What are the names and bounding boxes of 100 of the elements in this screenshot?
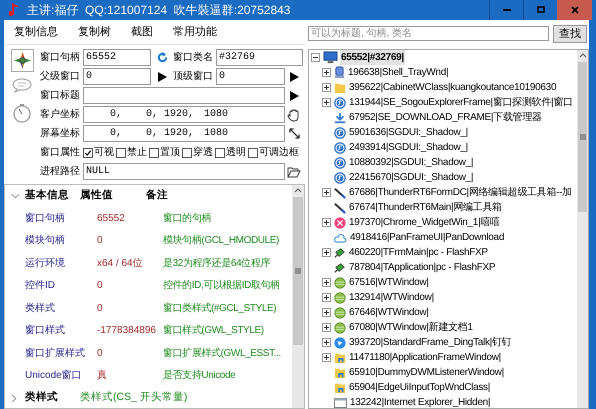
tree-item[interactable]: 132914|WTWindow| <box>348 290 435 305</box>
tree-item[interactable]: 11471180|ApplicationFrameWindow| <box>348 350 502 365</box>
hand-icon[interactable] <box>287 108 301 122</box>
speech-bubble-icon[interactable] <box>12 78 32 93</box>
property-value: 0 <box>97 302 104 316</box>
tree-item[interactable]: 4918416|PanFrameUI|PanDownload <box>349 230 506 245</box>
folder-icon <box>334 382 346 394</box>
expand-icon[interactable] <box>322 293 331 302</box>
expand-icon[interactable] <box>322 308 331 317</box>
expand-icon[interactable] <box>322 68 331 77</box>
field-label: 客户坐标 <box>40 108 81 122</box>
menu-item[interactable]: 常用功能 <box>173 24 217 40</box>
stopwatch-icon[interactable] <box>12 103 32 123</box>
text-field[interactable]: 0, 0, 1920, 1080 <box>83 106 285 123</box>
tree-item[interactable]: 196638|Shell_TrayWnd| <box>347 65 450 80</box>
tree-item[interactable]: 10880392|SGDUI:_Shadow_| <box>348 155 474 170</box>
checkbox[interactable]: 可视 <box>83 145 114 160</box>
close-icon <box>570 6 578 14</box>
text-field[interactable]: NULL <box>83 163 285 180</box>
plug-icon <box>334 262 346 274</box>
play-icon[interactable] <box>157 72 167 82</box>
field-label: 窗口类名 <box>173 50 214 65</box>
tree-item[interactable]: 460220|TFrmMain|pc - FlashFXP <box>348 245 489 260</box>
column-header: 属性值 <box>80 188 114 204</box>
tree-item[interactable]: 393720|StandardFrame_DingTalk|钉钉 <box>348 335 512 350</box>
property-note: 控件的ID,可以根据ID取句柄 <box>163 278 280 294</box>
tree-item[interactable]: 131944|SE_SogouExplorerFrame|窗口探测软件|窗口 <box>348 95 574 110</box>
checkbox[interactable]: 透明 <box>215 145 246 160</box>
property-value: 0 <box>97 279 104 294</box>
expand-icon[interactable] <box>322 353 331 362</box>
search-field[interactable]: 可以为标题, 句柄, 类名 <box>308 26 549 41</box>
property-value: 0 <box>97 234 104 248</box>
tree-item[interactable]: 65552|#32769| <box>340 50 405 65</box>
tree-item[interactable]: 22415670|SGDUI:_Shadow_| <box>348 170 474 185</box>
checkbox[interactable]: 禁止 <box>116 145 147 160</box>
text-field[interactable]: 0, 0, 1920, 1080 <box>83 125 285 142</box>
expand-icon[interactable] <box>322 278 331 287</box>
text-field[interactable]: 0 <box>216 68 285 85</box>
text-field[interactable]: 0 <box>83 68 151 85</box>
tree-item[interactable]: 67686|ThunderRT6FormDC|网络编辑超级工具箱--加 <box>348 185 573 200</box>
tree-item[interactable]: 787804|TApplication|pc - FlashFXP <box>348 260 496 275</box>
property-note: 窗口样式(GWL_STYLE) <box>163 324 264 338</box>
resize-arrow-icon[interactable] <box>288 128 300 139</box>
tree-item[interactable]: 67080|WTWindow|新建文档1 <box>348 320 474 335</box>
tree-item[interactable]: 132242|Internet Explorer_Hidden| <box>349 395 492 408</box>
text-field[interactable]: #32769 <box>216 49 303 66</box>
tree-item[interactable]: 197370|Chrome_WidgetWin_1|嘻嘻 <box>348 215 501 230</box>
tree-item[interactable]: 67646|WTWindow| <box>348 305 430 320</box>
tree-item[interactable]: 65904|EdgeUiInputTopWndClass| <box>348 380 492 395</box>
scrollbar[interactable] <box>292 185 304 408</box>
property-value: x64 / 64位 <box>97 256 144 271</box>
property-note: 模块句柄(GCL_HMODULE) <box>163 234 279 248</box>
text-field[interactable] <box>83 87 285 104</box>
folder-icon[interactable] <box>287 166 301 178</box>
field-label: 屏幕坐标 <box>40 126 81 141</box>
window-title: 主讲:福仔 QQ:121007124 吹牛裝逼群:20752843 <box>27 2 290 19</box>
property-note: 是否支持Unicode <box>163 368 236 384</box>
checkbox[interactable]: 可调边框 <box>248 145 299 160</box>
property-note: 窗口扩展样式(GWL_ESST... <box>163 346 281 361</box>
menu-item[interactable]: 复制信息 <box>14 24 58 40</box>
collapse-chevron-icon[interactable] <box>11 193 20 199</box>
ball-icon <box>334 276 346 288</box>
x-circle-icon <box>334 216 346 228</box>
field-label: 父级窗口 <box>40 70 81 84</box>
expand-icon[interactable] <box>322 338 331 347</box>
section-title: 类样式 <box>25 390 59 406</box>
tree-item[interactable]: 395622|CabinetWClass|kuangkoutance10190630 <box>348 80 558 95</box>
expand-icon[interactable] <box>322 323 331 332</box>
cloud-icon <box>334 232 347 242</box>
find-button[interactable]: 查找 <box>553 24 587 42</box>
expand-icon[interactable] <box>322 188 331 197</box>
s-circle-icon <box>334 96 346 108</box>
grip-icon <box>295 268 301 274</box>
tree-item[interactable]: 2493914|SGDUI:_Shadow_| <box>348 140 469 155</box>
checkbox[interactable]: 置顶 <box>149 145 180 160</box>
field-label: 进程路径 <box>40 164 81 179</box>
section-value: 类样式(CS_ 开头常量) <box>80 390 188 406</box>
menu-item[interactable]: 截图 <box>131 24 153 40</box>
close-button[interactable] <box>557 0 592 20</box>
tree-item[interactable]: 5901636|SGDUI:_Shadow_| <box>348 125 469 140</box>
text-field[interactable]: 65552 <box>83 49 151 66</box>
tree-item[interactable]: 67516|WTWindow| <box>348 275 430 290</box>
expand-chevron-icon[interactable] <box>11 394 17 402</box>
scrollbar[interactable] <box>577 50 588 408</box>
expand-icon[interactable] <box>322 83 331 92</box>
property-note: 窗口的句柄 <box>163 212 212 226</box>
menu-item[interactable]: 复制树 <box>78 24 111 40</box>
maximize-icon <box>536 6 544 14</box>
tree-item[interactable]: 65910|DummyDWMListenerWindow| <box>348 365 505 380</box>
expand-icon[interactable] <box>322 98 331 107</box>
tree-item[interactable]: 67674|ThunderRT6Main|网编工具箱 <box>348 200 503 215</box>
property-name: 运行环境 <box>25 256 66 271</box>
tree-item[interactable]: 67952|SE_DOWNLOAD_FRAME|下载管理器 <box>348 110 543 125</box>
grip-icon <box>580 134 586 140</box>
collapse-icon[interactable] <box>311 53 320 62</box>
expand-icon[interactable] <box>322 218 331 227</box>
checkbox[interactable]: 穿透 <box>182 145 213 160</box>
crosshair-target-icon[interactable] <box>10 49 34 72</box>
expand-icon[interactable] <box>322 248 331 257</box>
refresh-icon[interactable] <box>156 52 168 63</box>
